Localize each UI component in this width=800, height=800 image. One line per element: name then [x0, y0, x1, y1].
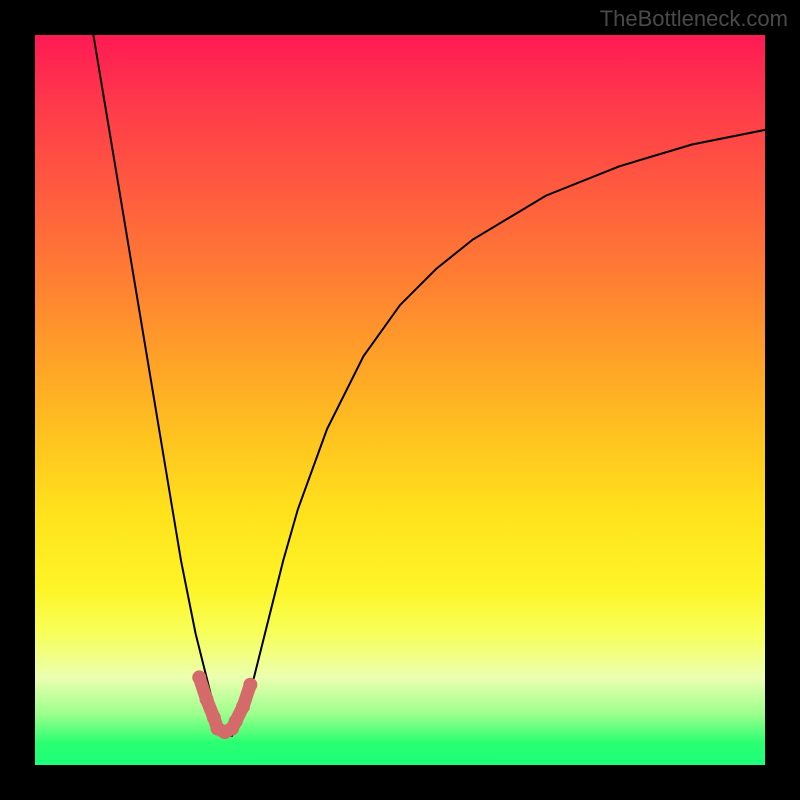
plot-svg [35, 35, 765, 765]
highlight-dot [229, 714, 243, 728]
plot-area [35, 35, 765, 765]
curve-line [93, 35, 765, 736]
highlight-dot [243, 678, 257, 692]
watermark-text: TheBottleneck.com [600, 6, 788, 32]
chart-frame: TheBottleneck.com [0, 0, 800, 800]
highlight-dot [192, 670, 206, 684]
highlight-dot [236, 700, 250, 714]
highlight-dot [200, 692, 214, 706]
